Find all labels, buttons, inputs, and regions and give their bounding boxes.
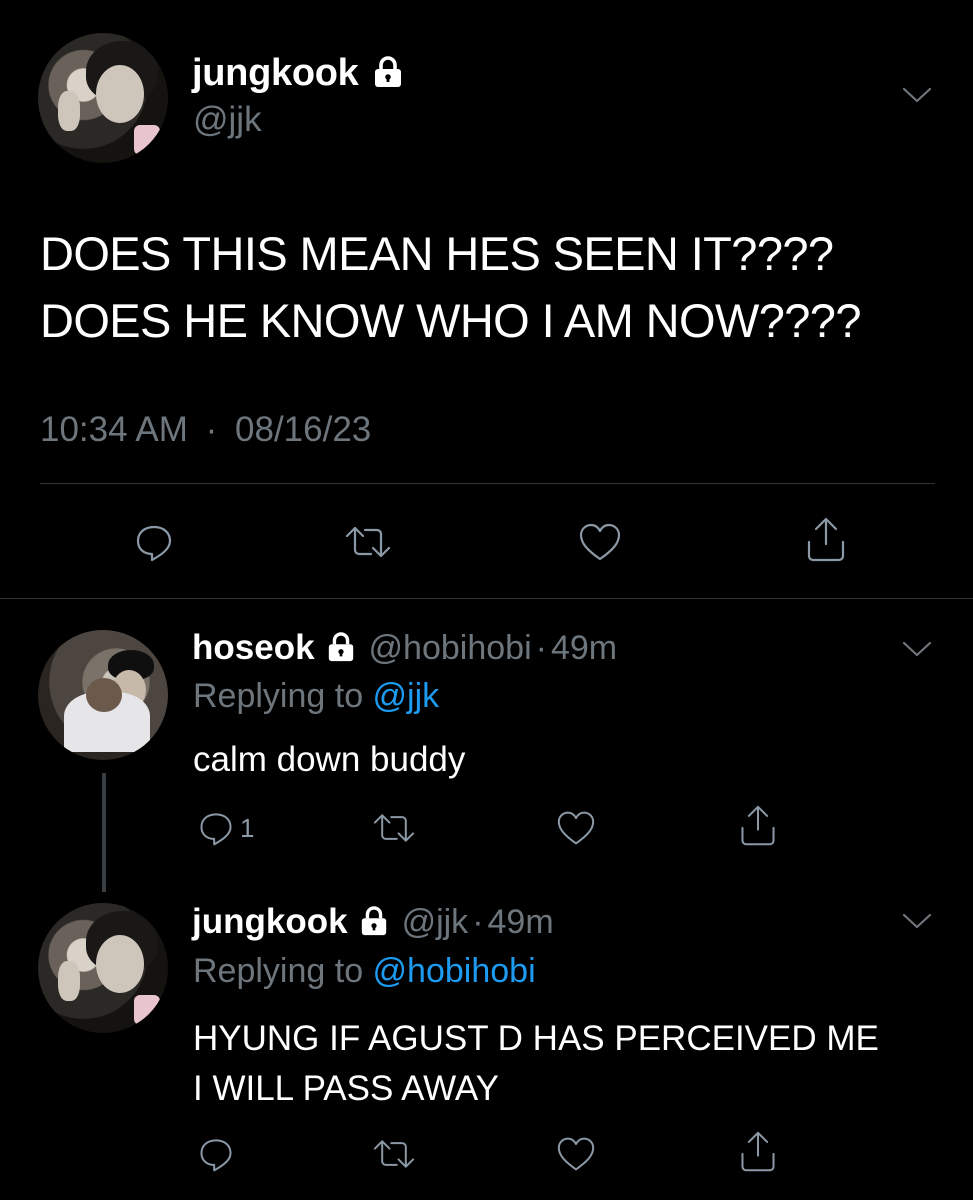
avatar[interactable] — [38, 630, 168, 760]
display-name[interactable]: jungkook — [192, 52, 359, 95]
chevron-down-icon[interactable] — [900, 910, 936, 934]
share-icon — [741, 1131, 775, 1172]
replying-to: Replying to @jjk — [193, 677, 439, 716]
replying-to-link[interactable]: @hobihobi — [373, 952, 536, 990]
avatar[interactable] — [38, 33, 168, 163]
timestamp: 10:34 AM · 08/16/23 — [40, 410, 371, 450]
replying-prefix: Replying to — [193, 952, 373, 990]
handle[interactable]: @hobihobi — [369, 629, 532, 668]
share-button[interactable] — [798, 510, 854, 570]
reply-icon — [200, 813, 232, 846]
share-button[interactable] — [732, 800, 784, 852]
heart-icon — [557, 811, 595, 845]
share-icon — [741, 805, 775, 846]
avatar[interactable] — [38, 903, 168, 1033]
display-name[interactable]: jungkook — [192, 902, 348, 942]
replying-to-link[interactable]: @jjk — [373, 677, 440, 715]
lock-icon — [371, 55, 405, 93]
like-button[interactable] — [572, 514, 628, 570]
retweet-button[interactable] — [366, 806, 422, 850]
reply-button[interactable] — [126, 514, 182, 570]
retweet-icon — [373, 814, 415, 842]
tweet-text-line: DOES HE KNOW WHO I AM NOW???? — [40, 294, 861, 347]
chevron-down-icon[interactable] — [900, 84, 936, 108]
like-button[interactable] — [550, 806, 602, 850]
separator: · — [205, 410, 218, 449]
tweet-date[interactable]: 08/16/23 — [235, 410, 371, 449]
lock-icon — [325, 631, 357, 667]
retweet-button[interactable] — [366, 1132, 422, 1176]
reply-text: HYUNG IF AGUST D HAS PERCEIVED ME I WILL… — [193, 1014, 879, 1114]
author-line: jungkook — [192, 50, 405, 96]
display-name[interactable]: hoseok — [192, 628, 315, 668]
lock-icon — [358, 905, 390, 941]
retweet-icon — [373, 1140, 415, 1168]
tweet-time[interactable]: 10:34 AM — [40, 410, 188, 449]
author-line: hoseok @hobihobi · 49m — [192, 626, 617, 670]
chevron-down-icon[interactable] — [900, 638, 936, 662]
share-button[interactable] — [732, 1126, 784, 1178]
heart-icon — [579, 523, 621, 561]
tweet-age[interactable]: 49m — [488, 903, 554, 942]
handle[interactable]: @jjk — [193, 100, 262, 140]
separator: · — [535, 628, 547, 667]
handle[interactable]: @jjk — [402, 903, 469, 942]
reply-button[interactable]: 1 — [196, 806, 276, 850]
tweet-text-line: DOES THIS MEAN HES SEEN IT???? — [40, 227, 834, 280]
share-icon — [807, 517, 845, 562]
author-line: jungkook @jjk · 49m — [192, 900, 554, 944]
reply-icon — [200, 1139, 232, 1172]
replying-prefix: Replying to — [193, 677, 373, 715]
reply-count: 1 — [240, 812, 255, 843]
divider — [40, 483, 935, 484]
heart-icon — [557, 1137, 595, 1171]
thread-line — [102, 773, 106, 892]
separator: · — [472, 902, 484, 941]
tweet-text: DOES THIS MEAN HES SEEN IT???? DOES HE K… — [40, 220, 861, 354]
replying-to: Replying to @hobihobi — [193, 952, 536, 991]
retweet-button[interactable] — [338, 514, 398, 570]
reply-text-line: HYUNG IF AGUST D HAS PERCEIVED ME — [193, 1019, 879, 1058]
reply-text: calm down buddy — [193, 740, 466, 779]
reply-icon — [136, 525, 172, 562]
tweet-age[interactable]: 49m — [551, 629, 617, 668]
retweet-icon — [345, 526, 391, 558]
reply-button[interactable] — [196, 1132, 248, 1176]
divider — [0, 598, 973, 599]
like-button[interactable] — [550, 1132, 602, 1176]
reply-text-line: I WILL PASS AWAY — [193, 1069, 500, 1108]
